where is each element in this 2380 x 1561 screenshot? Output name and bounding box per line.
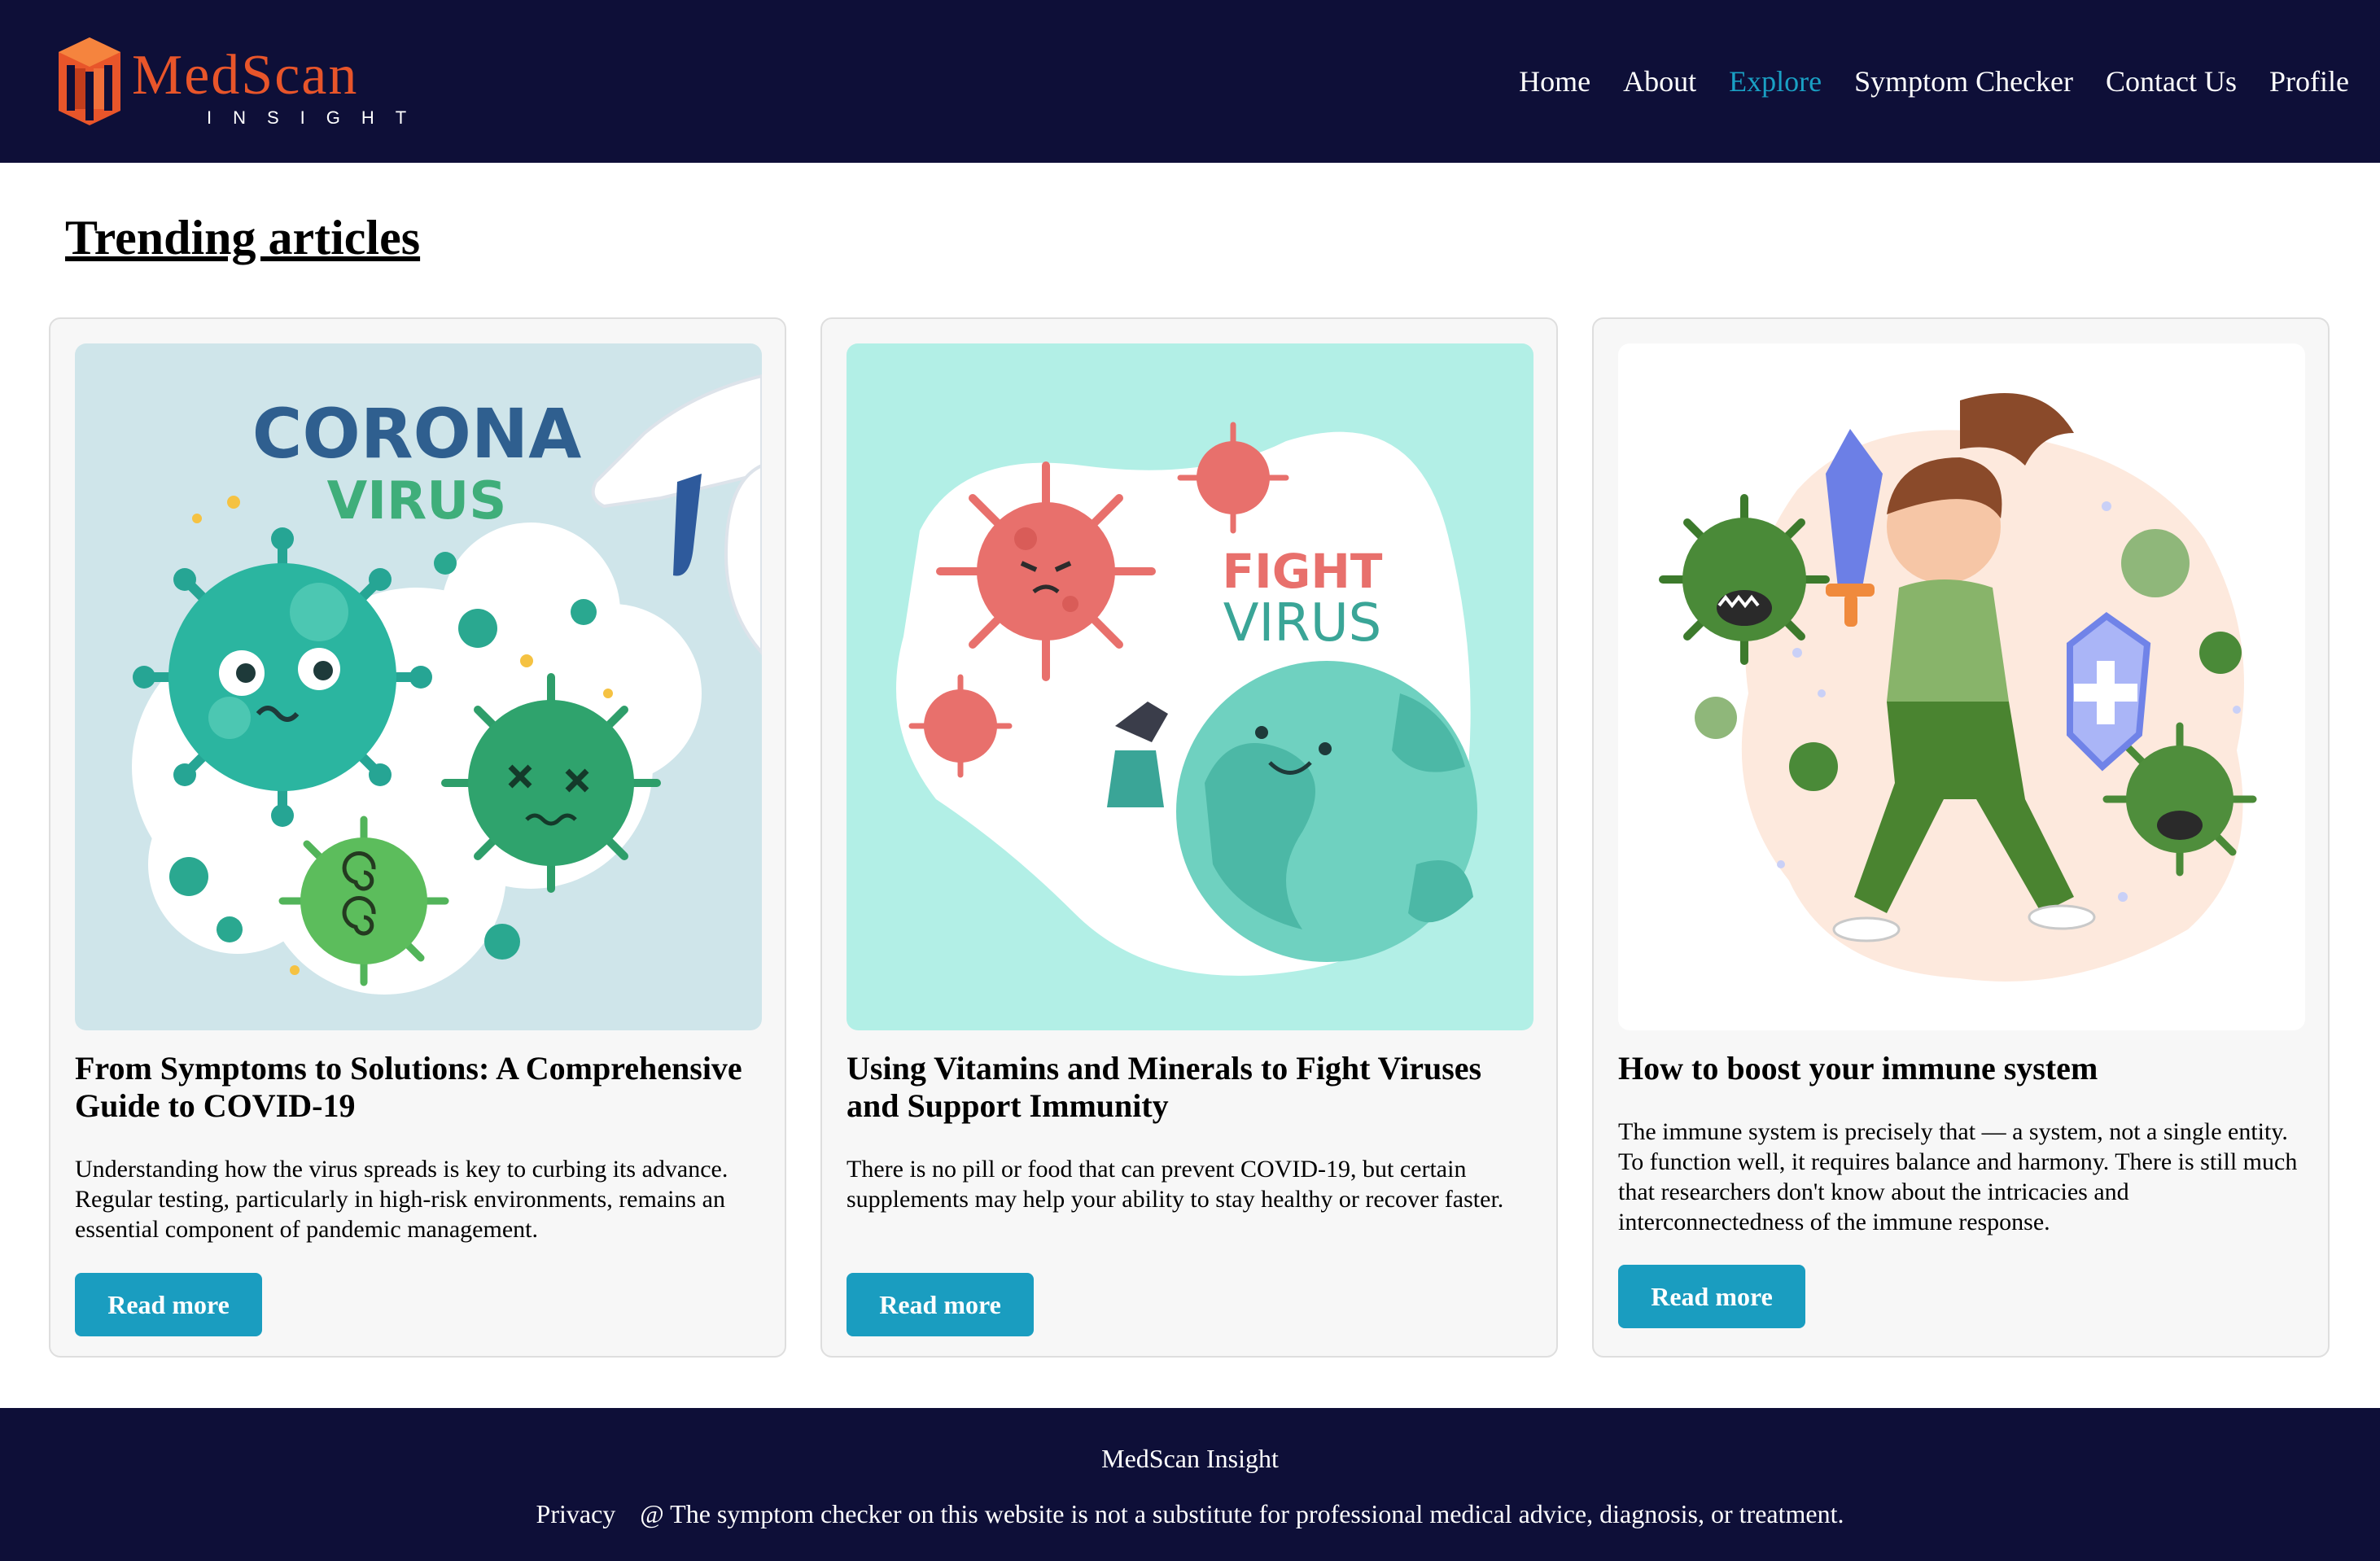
- read-more-button[interactable]: Read more: [1618, 1265, 1805, 1328]
- nav-profile[interactable]: Profile: [2269, 60, 2349, 103]
- article-list: CORONA VIRUS From Symptoms to Solutions:…: [49, 317, 2333, 1361]
- privacy-link[interactable]: Privacy: [536, 1499, 616, 1528]
- image-title-line-2: VIRUS: [1223, 593, 1382, 654]
- article-card: How to boost your immune system The immu…: [1592, 317, 2330, 1358]
- footer-disclaimer: @ The symptom checker on this website is…: [640, 1499, 1844, 1528]
- main-nav: Home About Explore Symptom Checker Conta…: [1519, 60, 2349, 103]
- article-title[interactable]: Using Vitamins and Minerals to Fight Vir…: [847, 1050, 1538, 1125]
- article-title[interactable]: From Symptoms to Solutions: A Comprehens…: [75, 1050, 767, 1125]
- immune-warrior-illustration[interactable]: [1618, 343, 2305, 1030]
- nav-symptom-checker[interactable]: Symptom Checker: [1854, 60, 2073, 103]
- read-more-button[interactable]: Read more: [847, 1273, 1034, 1336]
- nav-explore[interactable]: Explore: [1729, 60, 1822, 103]
- nav-home[interactable]: Home: [1519, 60, 1590, 103]
- article-title[interactable]: How to boost your immune system: [1618, 1050, 2310, 1087]
- site-logo[interactable]: MedScan INSIGHT: [55, 36, 406, 130]
- site-footer: MedScan Insight Privacy @ The symptom che…: [0, 1408, 2380, 1561]
- image-title-line-1: CORONA: [252, 394, 581, 474]
- nav-contact-us[interactable]: Contact Us: [2106, 60, 2237, 103]
- article-card: CORONA VIRUS From Symptoms to Solutions:…: [49, 317, 786, 1358]
- image-title-line-2: VIRUS: [327, 471, 507, 531]
- article-excerpt: Understanding how the virus spreads is k…: [75, 1156, 728, 1243]
- article-excerpt: The immune system is precisely that — a …: [1618, 1118, 2298, 1235]
- image-title-line-1: FIGHT: [1223, 544, 1383, 599]
- footer-links: Privacy @ The symptom checker on this web…: [0, 1498, 2380, 1530]
- nav-about[interactable]: About: [1623, 60, 1696, 103]
- footer-brand: MedScan Insight: [1101, 1444, 1279, 1473]
- site-header: MedScan INSIGHT Home About Explore Sympt…: [0, 0, 2380, 163]
- article-card: FIGHT VIRUS Using Vitamins and Minerals …: [820, 317, 1558, 1358]
- corona-virus-illustration[interactable]: CORONA VIRUS: [75, 343, 762, 1030]
- read-more-button[interactable]: Read more: [75, 1273, 262, 1336]
- section-title: Trending articles: [65, 211, 421, 265]
- fight-virus-illustration[interactable]: FIGHT VIRUS: [847, 343, 1533, 1030]
- logo-name: MedScan: [132, 44, 359, 107]
- logo-tagline: INSIGHT: [207, 107, 428, 128]
- article-excerpt: There is no pill or food that can preven…: [847, 1156, 1504, 1213]
- building-logo-icon: [59, 37, 120, 125]
